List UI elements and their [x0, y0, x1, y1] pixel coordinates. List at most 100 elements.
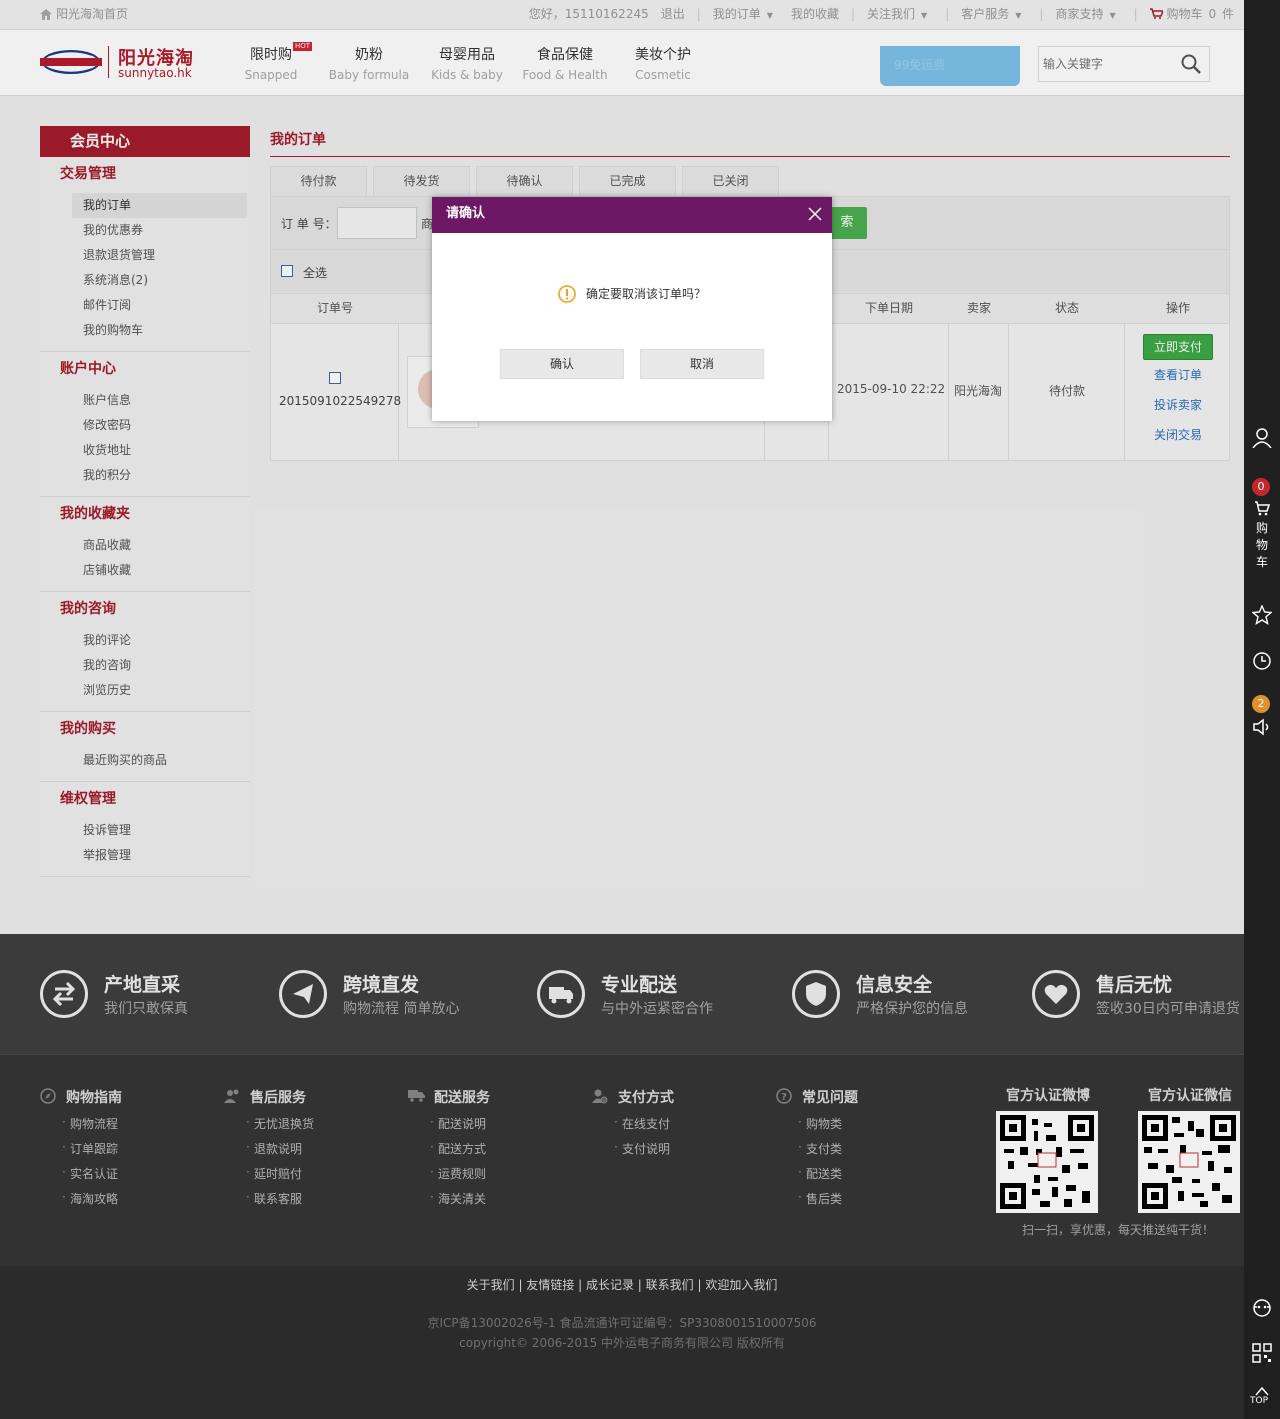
footer-link[interactable]: 购物流程: [40, 1115, 122, 1132]
footer-link[interactable]: 支付说明: [592, 1140, 674, 1157]
sidebar-item-mail-subscription[interactable]: 邮件订阅: [40, 293, 250, 318]
tab-pending-payment[interactable]: 待付款: [270, 166, 367, 196]
view-order-link[interactable]: 查看订单: [1133, 366, 1223, 383]
sidebar-item-change-password[interactable]: 修改密码: [40, 413, 250, 438]
speaker-icon[interactable]: [1252, 717, 1272, 737]
footer-link[interactable]: 在线支付: [592, 1115, 674, 1132]
confirm-button[interactable]: 确认: [500, 349, 624, 379]
footer-link[interactable]: 配送方式: [408, 1140, 490, 1157]
sidebar-title: 会员中心: [40, 126, 250, 157]
warning-icon: [558, 285, 576, 303]
order-no-input[interactable]: [337, 207, 417, 239]
nav-item-kids-baby[interactable]: 母婴用品 Kids & baby: [417, 44, 517, 82]
sidebar-item-messages[interactable]: 系统消息(2): [40, 268, 250, 293]
sidebar-item-complaints[interactable]: 投诉管理: [40, 818, 250, 843]
cancel-button[interactable]: 取消: [640, 349, 764, 379]
service-icon[interactable]: [1252, 1298, 1272, 1318]
close-trade-link[interactable]: 关闭交易: [1133, 426, 1223, 443]
sidebar-group-title: 我的收藏夹: [60, 506, 130, 522]
feature-subtitle: 严格保护您的信息: [856, 1001, 968, 1017]
column-operations: 操作: [1165, 301, 1190, 315]
footer-nav-links[interactable]: 关于我们 | 友情链接 | 成长记录 | 联系我们 | 欢迎加入我们: [0, 1276, 1244, 1293]
sidebar-item-my-orders[interactable]: 我的订单: [72, 193, 247, 218]
footer-link[interactable]: 联系客服: [224, 1190, 314, 1207]
sidebar-item-coupons[interactable]: 我的优惠券: [40, 218, 250, 243]
shield-icon: [792, 970, 840, 1018]
star-icon[interactable]: [1252, 605, 1272, 625]
search-icon[interactable]: [1181, 54, 1201, 74]
tab-pending-shipment[interactable]: 待发货: [373, 166, 470, 196]
footer-link[interactable]: 海关清关: [408, 1190, 490, 1207]
qrcode-icon[interactable]: [1252, 1343, 1272, 1363]
sidebar-item-reports[interactable]: 举报管理: [40, 843, 250, 868]
cart-link[interactable]: 购物车 0 件: [1149, 7, 1234, 21]
my-orders-menu[interactable]: 我的订单 ▼: [713, 7, 779, 21]
site-logo[interactable]: 阳光海淘 sunnytao.hk: [40, 44, 200, 82]
hot-badge: HOT: [293, 42, 313, 51]
footer-link[interactable]: 配送说明: [408, 1115, 490, 1132]
sidebar-item-reviews[interactable]: 我的评论: [40, 628, 250, 653]
nav-item-cosmetic[interactable]: 美妆个护 Cosmetic: [613, 44, 713, 82]
customer-service-menu[interactable]: 客户服务 ▼: [961, 7, 1027, 21]
merchant-support-menu[interactable]: 商家支持 ▼: [1055, 7, 1121, 21]
sinotrans-logo-icon: [40, 50, 102, 74]
search-button[interactable]: 索: [827, 207, 867, 239]
nav-item-snapped[interactable]: 限时购 Snapped HOT: [221, 42, 321, 82]
exchange-icon: [40, 970, 88, 1018]
footer-link[interactable]: 订单跟踪: [40, 1140, 122, 1157]
sidebar-item-cart[interactable]: 我的购物车: [40, 318, 250, 343]
pay-now-button[interactable]: 立即支付: [1143, 334, 1213, 360]
nav-sublabel: Food & Health: [522, 68, 608, 82]
close-icon[interactable]: [808, 207, 822, 221]
nav-item-food-health[interactable]: 食品保健 Food & Health: [515, 44, 615, 82]
dialog-title: 请确认: [446, 206, 486, 221]
follow-us-menu[interactable]: 关注我们 ▼: [867, 7, 933, 21]
sidebar-item-points[interactable]: 我的积分: [40, 463, 250, 488]
cart-text[interactable]: 购物车: [1255, 520, 1269, 571]
nav-item-baby-formula[interactable]: 奶粉 Baby formula: [319, 44, 419, 82]
footer-link[interactable]: 无忧退换货: [224, 1115, 314, 1132]
sidebar-item-history[interactable]: 浏览历史: [40, 678, 250, 703]
footer-link[interactable]: 海淘攻略: [40, 1190, 122, 1207]
footer-col-after-sales: 售后服务 无忧退换货 退款说明 延时赔付 联系客服: [224, 1087, 314, 1207]
footer-link[interactable]: 配送类: [776, 1165, 858, 1182]
complain-seller-link[interactable]: 投诉卖家: [1133, 396, 1223, 413]
cart-icon[interactable]: [1254, 500, 1270, 516]
footer-link[interactable]: 购物类: [776, 1115, 858, 1132]
order-checkbox[interactable]: [329, 372, 341, 384]
footer-col-title: 支付方式: [592, 1087, 674, 1107]
search-input[interactable]: [1043, 55, 1173, 73]
sidebar-item-store-favorites[interactable]: 店铺收藏: [40, 558, 250, 583]
sidebar-item-refunds[interactable]: 退款退货管理: [40, 243, 250, 268]
history-icon[interactable]: [1252, 651, 1272, 671]
column-order-no: 订单号: [316, 301, 353, 315]
back-to-top[interactable]: TOP: [1250, 1396, 1268, 1406]
home-link[interactable]: 阳光海淘首页: [40, 0, 128, 28]
tab-closed[interactable]: 已关闭: [682, 166, 779, 196]
footer-link[interactable]: 运费规则: [408, 1165, 490, 1182]
my-favorites-link[interactable]: 我的收藏: [791, 7, 839, 21]
promo-banner[interactable]: 99免运费: [880, 46, 1020, 86]
follow-us-label: 关注我们: [867, 7, 916, 21]
sidebar-item-consultations[interactable]: 我的咨询: [40, 653, 250, 678]
tab-pending-confirm[interactable]: 待确认: [476, 166, 573, 196]
user-icon[interactable]: [1252, 428, 1272, 448]
cart-label: 购物车: [1166, 7, 1203, 21]
order-no-cell: 2015091022549278: [271, 324, 401, 460]
footer-link[interactable]: 支付类: [776, 1140, 858, 1157]
footer-link[interactable]: 实名认证: [40, 1165, 122, 1182]
tab-completed[interactable]: 已完成: [579, 166, 676, 196]
logout-link[interactable]: 退出: [661, 7, 685, 21]
feature-subtitle: 我们只敢保真: [104, 1001, 188, 1017]
sidebar-item-recent-purchases[interactable]: 最近购买的商品: [40, 748, 250, 773]
footer-link[interactable]: 延时赔付: [224, 1165, 314, 1182]
select-all-checkbox[interactable]: [281, 265, 293, 277]
arrow-up-icon[interactable]: [1252, 1386, 1272, 1396]
page-title: 我的订单: [270, 126, 1230, 157]
sidebar-item-account-info[interactable]: 账户信息: [40, 388, 250, 413]
search-box: [1038, 46, 1210, 82]
sidebar-item-product-favorites[interactable]: 商品收藏: [40, 533, 250, 558]
footer-link[interactable]: 退款说明: [224, 1140, 314, 1157]
footer-link[interactable]: 售后类: [776, 1190, 858, 1207]
sidebar-item-address[interactable]: 收货地址: [40, 438, 250, 463]
